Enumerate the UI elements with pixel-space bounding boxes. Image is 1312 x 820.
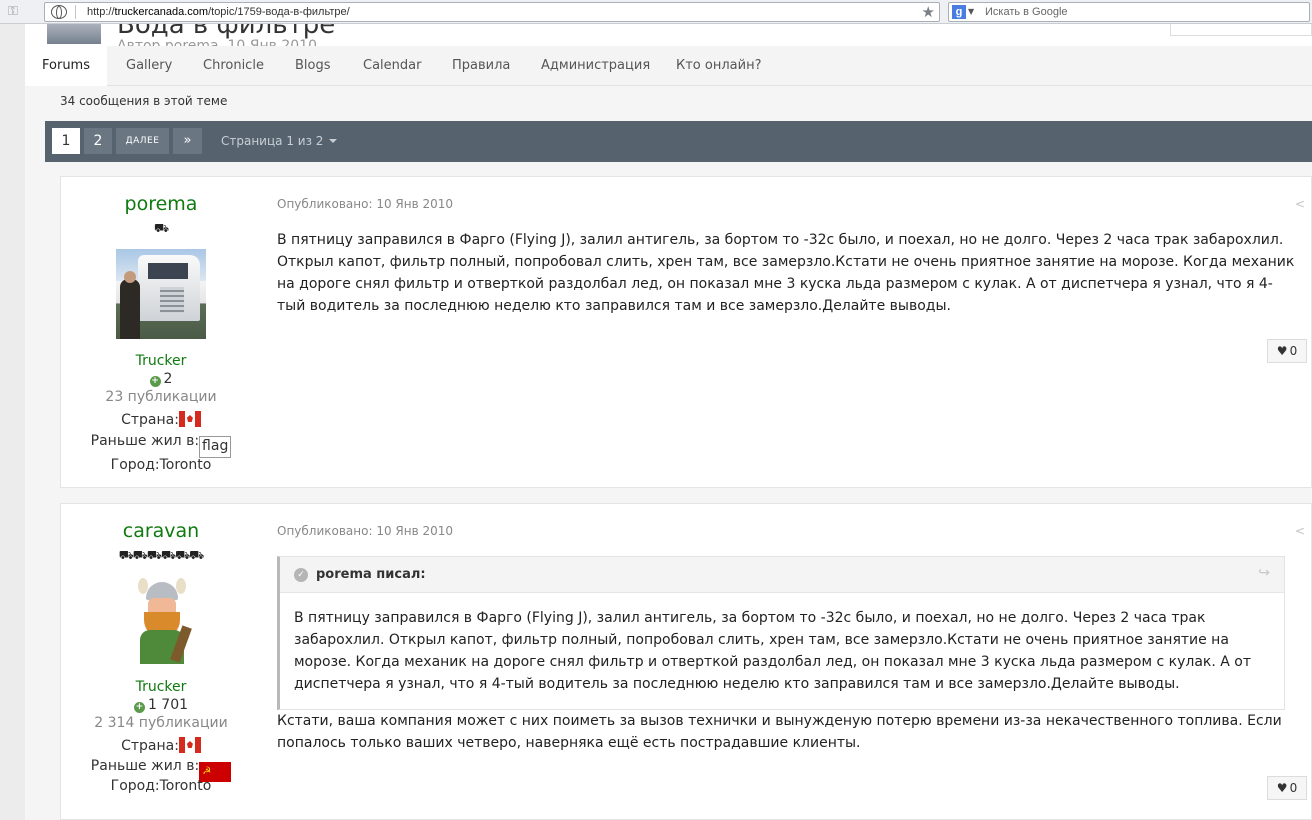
country-field: Страна:	[61, 737, 261, 754]
author-panel: caravan ⛟⛟⛟⛟⛟⛟ Trucker +1 701 2 314 публ…	[61, 504, 261, 819]
reputation: +1 701	[133, 697, 189, 713]
post-count: 2 314 публикации	[94, 715, 228, 731]
tab-blogs[interactable]: Blogs	[295, 46, 331, 86]
quote-toggle-icon[interactable]: ✓	[294, 568, 308, 582]
quote-source-arrow-icon[interactable]: ↪	[1258, 565, 1270, 581]
tab-rules[interactable]: Правила	[452, 46, 510, 86]
post-content: Кстати, ваша компания может с них поимет…	[277, 713, 1282, 751]
topic-post-count: 34 сообщения в этой теме	[60, 94, 228, 108]
search-input[interactable]: Искать в Google	[985, 6, 1068, 18]
reputation: +2	[149, 371, 173, 387]
broken-flag-image: flag	[199, 436, 232, 458]
share-icon[interactable]: <	[1295, 524, 1305, 538]
post-content: В пятницу заправился в Фарго (Flying J),…	[277, 232, 1295, 314]
heart-icon: ♥	[1276, 344, 1288, 358]
dropdown-arrow-icon[interactable]: ▼	[968, 7, 974, 16]
header-action-box[interactable]	[1170, 24, 1312, 36]
page-1-button[interactable]: 1	[52, 128, 80, 154]
plus-circle-icon: +	[133, 702, 145, 713]
pagination-bar: 1 2 ДАЛЕЕ » Страница 1 из 2	[45, 121, 1312, 162]
like-button[interactable]: ♥ 0	[1267, 776, 1307, 800]
post-count: 23 публикации	[105, 389, 217, 405]
author-avatar[interactable]	[116, 249, 206, 339]
author-name[interactable]: porema	[61, 193, 261, 215]
rank-truck-icons: ⛟⛟⛟⛟⛟⛟	[118, 548, 205, 562]
canada-flag-icon	[178, 737, 201, 753]
url-text[interactable]: http://truckercanada.com/topic/1759-вода…	[87, 6, 350, 18]
key-icon: ⚿	[8, 4, 18, 19]
rank-truck-icon: ⛟	[153, 221, 169, 235]
member-group: Trucker	[135, 679, 187, 695]
author-name[interactable]: caravan	[61, 520, 261, 542]
page-jump-dropdown[interactable]: Страница 1 из 2	[221, 121, 338, 162]
author-panel: porema ⛟ Trucker +2 23 публикации Страна…	[61, 177, 261, 487]
tab-forums[interactable]: Forums	[25, 46, 107, 86]
tab-chronicle[interactable]: Chronicle	[203, 46, 264, 86]
last-page-button[interactable]: »	[173, 128, 202, 154]
next-page-button[interactable]: ДАЛЕЕ	[116, 128, 169, 154]
tab-calendar[interactable]: Calendar	[363, 46, 421, 86]
bookmark-star-icon[interactable]: ★	[922, 3, 935, 21]
like-button[interactable]: ♥ 0	[1267, 339, 1307, 363]
address-bar[interactable]: http://truckercanada.com/topic/1759-вода…	[44, 2, 940, 22]
tab-administration[interactable]: Администрация	[541, 46, 650, 86]
topic-author-avatar[interactable]	[47, 24, 101, 44]
author-avatar[interactable]	[116, 576, 206, 666]
browser-toolbar: ⚿ http://truckercanada.com/topic/1759-во…	[0, 0, 1312, 24]
quote-block: ✓ porema писал: ↪ В пятницу заправился в…	[277, 556, 1285, 710]
topic-meta: Автор porema, 10 Янв 2010	[117, 38, 317, 46]
page: Вода в фильтре Автор porema, 10 Янв 2010…	[25, 24, 1312, 820]
post: porema ⛟ Trucker +2 23 публикации Страна…	[60, 176, 1312, 488]
city-field: Город:Toronto	[110, 778, 212, 794]
page-2-button[interactable]: 2	[84, 128, 112, 154]
heart-icon: ♥	[1276, 781, 1288, 795]
quote-author: porema писал:	[316, 567, 426, 582]
quote-header: ✓ porema писал: ↪	[280, 557, 1284, 593]
plus-circle-icon: +	[149, 376, 161, 387]
previous-residence-field: Раньше жил в: flag	[61, 433, 261, 458]
quote-content: В пятницу заправился в Фарго (Flying J),…	[294, 610, 1252, 692]
tab-gallery[interactable]: Gallery	[126, 46, 172, 86]
main-nav: Forums Gallery Chronicle Blogs Calendar …	[25, 46, 1312, 86]
search-bar[interactable]: g ▼ Искать в Google	[948, 2, 1310, 22]
post-date[interactable]: Опубликовано: 10 Янв 2010	[277, 197, 453, 211]
tab-who-online[interactable]: Кто онлайн?	[676, 46, 761, 86]
google-icon[interactable]: g	[952, 5, 966, 19]
post-date[interactable]: Опубликовано: 10 Янв 2010	[277, 524, 453, 538]
share-icon[interactable]: <	[1295, 197, 1305, 211]
city-field: Город:Toronto	[110, 457, 212, 473]
canada-flag-icon	[178, 411, 201, 427]
globe-icon	[51, 5, 67, 19]
topic-header: Вода в фильтре Автор porema, 10 Янв 2010	[25, 24, 1312, 46]
post: caravan ⛟⛟⛟⛟⛟⛟ Trucker +1 701 2 314 публ…	[60, 503, 1312, 820]
member-group: Trucker	[135, 353, 187, 369]
country-field: Страна:	[61, 411, 261, 428]
caret-down-icon	[329, 139, 338, 143]
